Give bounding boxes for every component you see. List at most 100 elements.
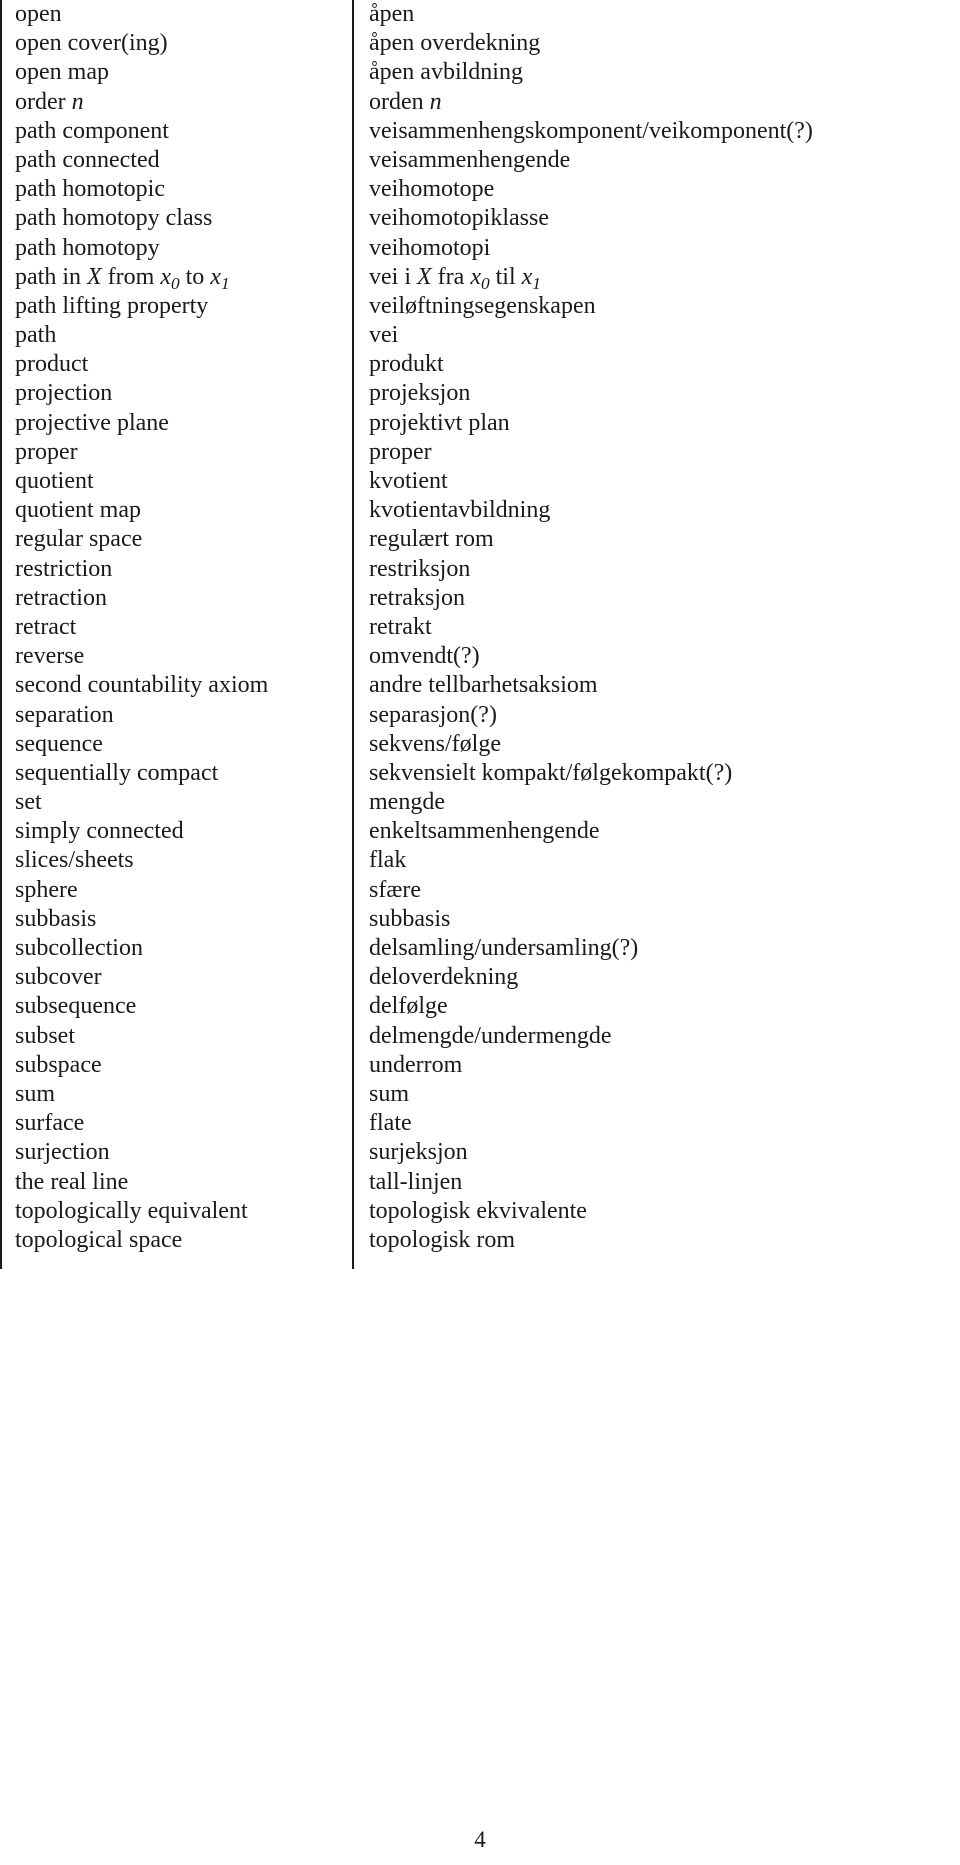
glossary-row: retraction retraksjon: [0, 583, 960, 613]
term-english: set: [0, 788, 352, 818]
glossary-row: subset delmengde/undermengde: [0, 1021, 960, 1051]
term-english: second countability axiom: [0, 671, 352, 701]
term-norwegian: omvendt(?): [352, 642, 958, 672]
glossary-row: topologically equivalent topologisk ekviv…: [0, 1196, 960, 1226]
glossary-row: sequentially compact sekvensielt kompakt/…: [0, 758, 960, 789]
term-english: order n: [0, 87, 352, 117]
glossary-row: product produkt: [0, 350, 960, 380]
term-english: sequentially compact: [0, 758, 352, 789]
term-norwegian: åpen avbildning: [352, 58, 958, 88]
term-english: product: [0, 350, 352, 380]
term-norwegian: kvotientavbildning: [352, 496, 958, 526]
glossary-row: subsequence delfølge: [0, 992, 960, 1022]
term-norwegian: surjeksjon: [352, 1138, 958, 1168]
term-english: subset: [0, 1021, 352, 1051]
page-number: 4: [474, 1827, 486, 1852]
glossary-row: sphere sfære: [0, 875, 960, 905]
term-english: subcover: [0, 963, 352, 993]
term-norwegian: andre tellbarhetsaksiom: [352, 671, 958, 701]
term-english: open map: [0, 58, 352, 88]
term-norwegian: projektivt plan: [352, 408, 958, 438]
term-norwegian: vei: [352, 321, 958, 351]
glossary-row: subbasis subbasis: [0, 904, 960, 935]
glossary-row: subcollection delsamling/undersamling(?): [0, 934, 960, 964]
term-english: the real line: [0, 1167, 352, 1197]
term-norwegian: retraksjon: [352, 583, 958, 613]
glossary-row: sum sum: [0, 1079, 960, 1110]
term-english: subsequence: [0, 992, 352, 1022]
term-norwegian: åpen: [352, 0, 958, 30]
term-english: topologically equivalent: [0, 1196, 352, 1226]
glossary-row: sequence sekvens/følge: [0, 729, 960, 759]
glossary-row: topological space topologisk rom: [0, 1225, 960, 1256]
term-english: retraction: [0, 583, 352, 613]
term-norwegian: separasjon(?): [352, 700, 958, 730]
term-english: sum: [0, 1079, 352, 1110]
term-english: retract: [0, 612, 352, 643]
glossary-row: retract retrakt: [0, 612, 960, 643]
term-english: proper: [0, 437, 352, 468]
term-norwegian: delfølge: [352, 992, 958, 1022]
term-norwegian: proper: [352, 437, 958, 468]
glossary-row: path homotopic veihomotope: [0, 175, 960, 205]
term-norwegian: sekvens/følge: [352, 729, 958, 759]
glossary-row: restriction restriksjon: [0, 554, 960, 584]
term-english: regular space: [0, 525, 352, 555]
term-english: sequence: [0, 729, 352, 759]
term-english: path connected: [0, 145, 352, 176]
term-english: path: [0, 321, 352, 351]
glossary-row: path lifting property veiløftningsegenska…: [0, 291, 960, 322]
term-norwegian: veiløftningsegenskapen: [352, 291, 958, 322]
term-english: subbasis: [0, 904, 352, 935]
term-english: sphere: [0, 875, 352, 905]
glossary-row: projective plane projektivt plan: [0, 408, 960, 438]
term-english: subspace: [0, 1050, 352, 1080]
glossary-row: quotient kvotient: [0, 467, 960, 497]
term-norwegian: veisammenhengende: [352, 145, 958, 176]
term-english: subcollection: [0, 934, 352, 964]
term-norwegian: underrom: [352, 1050, 958, 1080]
glossary-row: second countability axiom andre tellbarhe…: [0, 671, 960, 701]
term-english: reverse: [0, 642, 352, 672]
term-norwegian: topologisk ekvivalente: [352, 1196, 958, 1226]
glossary-row: open cover(ing) åpen overdekning: [0, 29, 960, 59]
term-norwegian: regulært rom: [352, 525, 958, 555]
term-english: surface: [0, 1109, 352, 1139]
term-norwegian: veihomotopi: [352, 233, 958, 263]
term-norwegian: tall-linjen: [352, 1167, 958, 1197]
term-norwegian: sfære: [352, 875, 958, 905]
glossary-row: projection projeksjon: [0, 379, 960, 409]
glossary-row: path homotopy class veihomotopiklasse: [0, 204, 960, 234]
term-english: separation: [0, 700, 352, 730]
glossary-row: regular space regulært rom: [0, 525, 960, 555]
glossary-row: path component veisammenhengskomponent/ve…: [0, 116, 960, 146]
term-norwegian: veisammenhengskomponent/veikomponent(?): [352, 116, 958, 146]
glossary-row: proper proper: [0, 437, 960, 468]
term-english: restriction: [0, 554, 352, 584]
term-norwegian: enkeltsammenhengende: [352, 817, 958, 847]
term-english: path homotopic: [0, 175, 352, 205]
term-norwegian: retrakt: [352, 612, 958, 643]
term-english: projective plane: [0, 408, 352, 438]
term-norwegian: orden n: [352, 87, 958, 117]
glossary-row: order n orden n: [0, 87, 960, 117]
glossary-row: open åpen: [0, 0, 960, 30]
glossary-row: open map åpen avbildning: [0, 58, 960, 88]
glossary-row: reverse omvendt(?): [0, 642, 960, 672]
term-norwegian: delsamling/undersamling(?): [352, 934, 958, 964]
term-norwegian: kvotient: [352, 467, 958, 497]
term-english: path lifting property: [0, 291, 352, 322]
term-english: open: [0, 0, 352, 30]
left-vertical-rule: [0, 1255, 352, 1270]
term-norwegian: sum: [352, 1079, 958, 1110]
term-norwegian: delmengde/undermengde: [352, 1021, 958, 1051]
glossary-row: the real line tall-linjen: [0, 1167, 960, 1197]
term-norwegian: mengde: [352, 788, 958, 818]
term-norwegian: veihomotope: [352, 175, 958, 205]
term-english: quotient map: [0, 496, 352, 526]
glossary-row: path connected veisammenhengende: [0, 145, 960, 176]
term-english: quotient: [0, 467, 352, 497]
glossary-row: surface flate: [0, 1109, 960, 1139]
term-norwegian: åpen overdekning: [352, 29, 958, 59]
glossary-row: subcover deloverdekning: [0, 963, 960, 993]
